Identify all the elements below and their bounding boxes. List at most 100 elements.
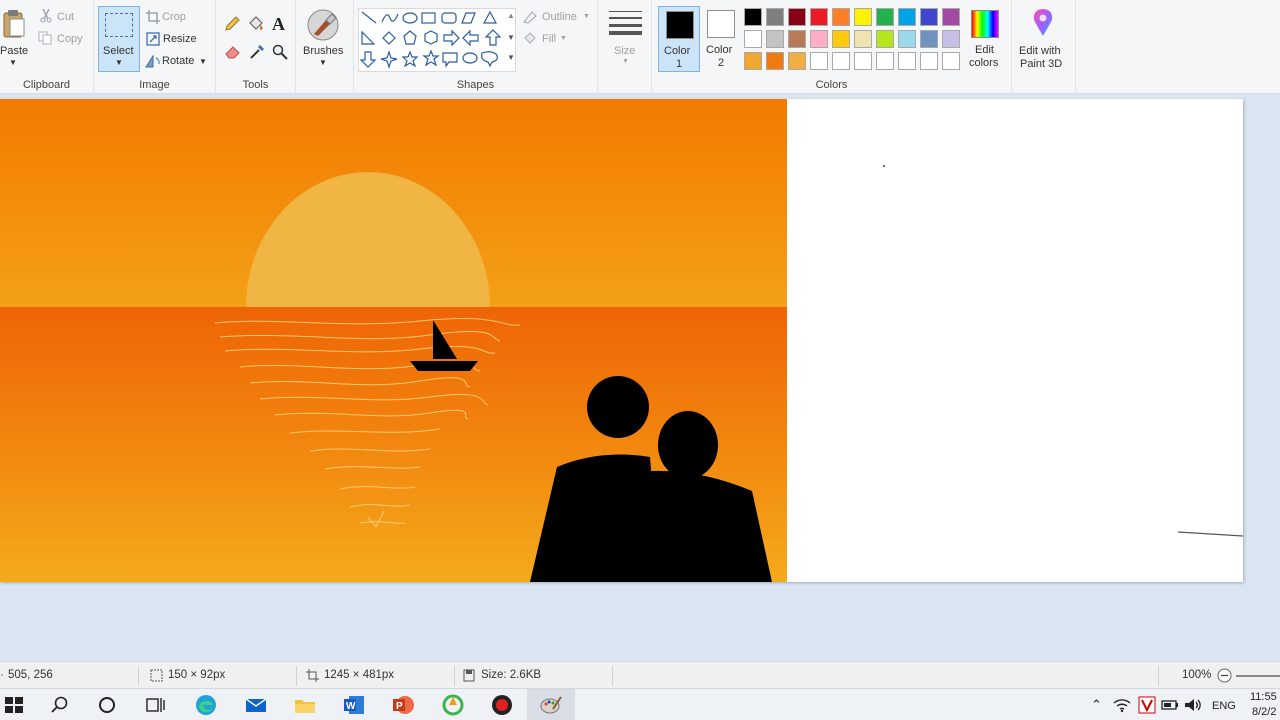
palette-swatch[interactable] xyxy=(876,30,894,48)
palette-swatch[interactable] xyxy=(832,30,850,48)
palette-swatch[interactable] xyxy=(766,30,784,48)
palette-swatch[interactable] xyxy=(854,52,872,70)
palette-swatch[interactable] xyxy=(788,30,806,48)
antivirus-icon[interactable] xyxy=(1137,695,1157,715)
colors-group-label: Colors xyxy=(815,79,848,91)
eraser-icon[interactable] xyxy=(225,45,241,59)
edit-colors-label-2: colors xyxy=(969,57,999,69)
paint3d-icon xyxy=(1031,8,1055,38)
zoom-out-icon[interactable] xyxy=(1217,668,1232,683)
paste-dropdown-icon[interactable]: ▼ xyxy=(9,58,17,67)
palette-swatch[interactable] xyxy=(810,8,828,26)
shapes-more-icon[interactable]: ▼ xyxy=(507,53,515,62)
brushes-group[interactable]: Brushes ▼ xyxy=(296,0,354,94)
edge-browser-icon[interactable] xyxy=(194,693,218,717)
color2-label: Color xyxy=(706,44,733,56)
palette-swatch[interactable] xyxy=(920,30,938,48)
paste-button[interactable]: Paste xyxy=(0,45,28,57)
palette-swatch[interactable] xyxy=(942,30,960,48)
cut-button[interactable]: Cut xyxy=(57,11,74,23)
search-icon[interactable] xyxy=(48,693,72,717)
select-label: Select xyxy=(103,45,134,57)
paint-app-active[interactable] xyxy=(527,689,575,720)
color-picker-icon[interactable] xyxy=(249,44,265,60)
pencil-icon[interactable] xyxy=(224,16,240,32)
app-green-icon[interactable] xyxy=(441,693,465,717)
size-dropdown-icon[interactable]: ▼ xyxy=(622,58,629,65)
palette-swatch[interactable] xyxy=(832,8,850,26)
battery-icon[interactable] xyxy=(1160,695,1180,715)
palette-swatch[interactable] xyxy=(744,30,762,48)
file-explorer-icon[interactable] xyxy=(293,693,317,717)
color-palette xyxy=(744,8,966,74)
file-size: Size: 2.6KB xyxy=(481,669,542,681)
palette-swatch[interactable] xyxy=(744,8,762,26)
palette-swatch[interactable] xyxy=(788,52,806,70)
shapes-group-label: Shapes xyxy=(456,79,495,91)
palette-swatch[interactable] xyxy=(832,52,850,70)
shapes-grid-icon[interactable] xyxy=(360,10,504,70)
clock-date[interactable]: 8/2/2 xyxy=(1252,706,1276,718)
palette-swatch[interactable] xyxy=(810,52,828,70)
palette-swatch[interactable] xyxy=(898,52,916,70)
size-label: Size xyxy=(614,45,636,57)
edit-colors-button[interactable]: Edit colors xyxy=(964,6,1006,72)
crop-button[interactable]: Crop xyxy=(162,11,186,23)
size-group[interactable]: Size ▼ xyxy=(598,0,652,94)
copy-button[interactable]: Copy xyxy=(57,33,83,45)
magnifier-icon[interactable] xyxy=(272,44,288,60)
zoom-slider[interactable] xyxy=(1236,675,1280,677)
fill-dropdown-icon[interactable]: ▼ xyxy=(560,35,567,42)
windows-start-icon[interactable] xyxy=(2,693,26,717)
powerpoint-icon[interactable]: P xyxy=(391,693,415,717)
palette-swatch[interactable] xyxy=(766,52,784,70)
palette-swatch[interactable] xyxy=(898,30,916,48)
select-dropdown-icon[interactable]: ▼ xyxy=(115,58,123,67)
color2-button[interactable]: Color 2 xyxy=(700,6,742,72)
paint3d-group[interactable]: Edit with Paint 3D xyxy=(1012,0,1076,94)
resize-button[interactable]: Resize xyxy=(163,33,197,45)
fill-button[interactable]: Fill xyxy=(542,33,556,45)
show-hidden-icons-icon[interactable]: ⌃ xyxy=(1091,697,1102,713)
drawing-canvas[interactable] xyxy=(0,99,1243,582)
palette-swatch[interactable] xyxy=(920,52,938,70)
rainbow-icon xyxy=(971,10,999,38)
zoom-level: 100% xyxy=(1182,669,1212,681)
rotate-button[interactable]: Rotate xyxy=(162,55,194,67)
fill-bucket-icon[interactable] xyxy=(247,16,265,32)
palette-swatch[interactable] xyxy=(854,30,872,48)
select-button[interactable]: Select ▼ xyxy=(98,6,140,72)
palette-swatch[interactable] xyxy=(920,8,938,26)
palette-swatch[interactable] xyxy=(898,8,916,26)
palette-swatch[interactable] xyxy=(788,8,806,26)
brushes-icon xyxy=(306,8,340,42)
outline-button[interactable]: Outline xyxy=(542,11,577,23)
cortana-icon[interactable] xyxy=(95,693,119,717)
volume-icon[interactable] xyxy=(1183,695,1203,715)
text-tool-icon[interactable]: A xyxy=(272,14,285,35)
paste-icon[interactable] xyxy=(2,8,26,40)
brushes-dropdown-icon[interactable]: ▼ xyxy=(319,58,327,67)
clipboard-group: Paste ▼ Cut Copy Clipboard xyxy=(0,0,94,94)
palette-swatch[interactable] xyxy=(766,8,784,26)
shapes-scroll-up-icon[interactable]: ▲ xyxy=(507,11,515,20)
palette-swatch[interactable] xyxy=(942,8,960,26)
shapes-scroll-down-icon[interactable]: ▼ xyxy=(507,33,515,42)
wifi-icon[interactable] xyxy=(1112,695,1132,715)
palette-swatch[interactable] xyxy=(942,52,960,70)
color1-button[interactable]: Color 1 xyxy=(658,6,700,72)
palette-swatch[interactable] xyxy=(876,52,894,70)
task-view-icon[interactable] xyxy=(143,693,167,717)
language-indicator[interactable]: ENG xyxy=(1212,700,1236,712)
word-icon[interactable]: W xyxy=(342,693,366,717)
clock-time[interactable]: 11:55 xyxy=(1250,691,1277,703)
palette-swatch[interactable] xyxy=(744,52,762,70)
paint3d-label-2: Paint 3D xyxy=(1020,58,1063,70)
outline-dropdown-icon[interactable]: ▼ xyxy=(583,13,590,20)
palette-swatch[interactable] xyxy=(854,8,872,26)
screen-recorder-icon[interactable] xyxy=(490,693,514,717)
rotate-dropdown-icon[interactable]: ▼ xyxy=(199,57,207,66)
palette-swatch[interactable] xyxy=(876,8,894,26)
palette-swatch[interactable] xyxy=(810,30,828,48)
mail-icon[interactable] xyxy=(244,693,268,717)
